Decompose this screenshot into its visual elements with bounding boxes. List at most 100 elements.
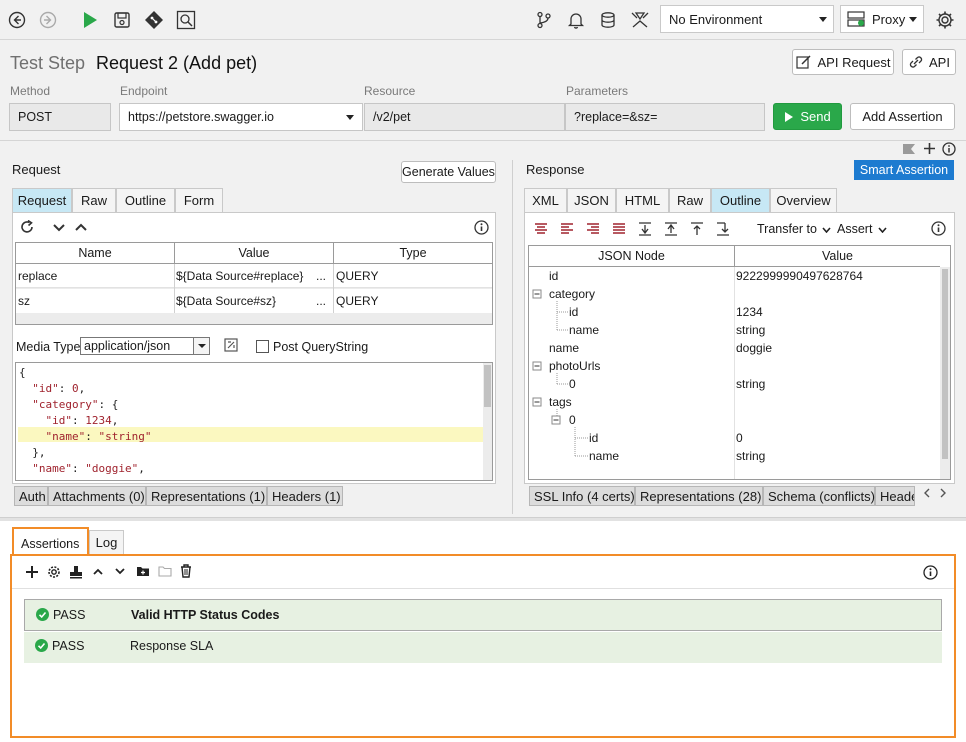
tree-value[interactable]: 9222999990497628764: [736, 269, 863, 283]
align-icon[interactable]: [611, 221, 627, 237]
add-icon[interactable]: [26, 566, 38, 578]
assertion-row[interactable]: PASS Valid HTTP Status Codes: [24, 599, 942, 631]
request-body-editor[interactable]: { "id": 0, "category": { "id": 1234, "na…: [15, 362, 493, 481]
trash-icon[interactable]: [180, 564, 192, 578]
tab-representations[interactable]: Representations (28): [635, 486, 763, 506]
param-more[interactable]: ...: [316, 294, 326, 308]
forward-icon[interactable]: [36, 8, 60, 32]
tab-outline[interactable]: Outline: [711, 188, 770, 212]
collapse-icon[interactable]: [637, 221, 653, 237]
save-icon[interactable]: [110, 8, 134, 32]
param-more[interactable]: ...: [316, 269, 326, 283]
tree-node[interactable]: 0: [569, 377, 576, 391]
tab-xml[interactable]: XML: [524, 188, 567, 212]
scrollbar-thumb[interactable]: [942, 269, 948, 459]
format-icon[interactable]: [224, 338, 238, 352]
param-value[interactable]: ${Data Source#sz}: [176, 294, 276, 308]
media-type-select[interactable]: application/json: [80, 337, 210, 355]
tab-representations[interactable]: Representations (1): [146, 486, 267, 506]
add-assertion-button[interactable]: Add Assertion: [850, 103, 955, 130]
api-request-button[interactable]: API Request: [792, 49, 894, 75]
tab-headers[interactable]: Heade: [875, 486, 915, 506]
tab-outline[interactable]: Outline: [116, 188, 175, 212]
tab-headers[interactable]: Headers (1): [267, 486, 343, 506]
git-diamond-icon[interactable]: [142, 8, 166, 32]
tag-icon[interactable]: [902, 143, 916, 155]
tree-node[interactable]: category: [549, 287, 595, 301]
bell-icon[interactable]: [564, 8, 588, 32]
tab-auth[interactable]: Auth: [14, 486, 48, 506]
environment-select[interactable]: No Environment: [660, 5, 834, 33]
smart-assertion-button[interactable]: Smart Assertion: [854, 160, 954, 180]
info-icon[interactable]: [942, 142, 956, 156]
send-button[interactable]: Send: [773, 103, 842, 130]
folder-add-icon[interactable]: [136, 565, 150, 577]
assertion-row[interactable]: PASS Response SLA: [24, 632, 942, 663]
scrollbar-thumb[interactable]: [484, 365, 491, 407]
tree-node[interactable]: id: [569, 305, 578, 319]
tree-node[interactable]: name: [589, 449, 619, 463]
tab-overview[interactable]: Overview: [770, 188, 837, 212]
parameters-field[interactable]: ?replace=&sz=: [565, 103, 765, 131]
align-icon[interactable]: [559, 221, 575, 237]
expand-icon[interactable]: [663, 221, 679, 237]
chevron-down-icon[interactable]: [53, 224, 65, 232]
branch-icon[interactable]: [532, 8, 556, 32]
tab-raw[interactable]: Raw: [669, 188, 711, 212]
move-down-icon[interactable]: [715, 221, 731, 237]
tab-form[interactable]: Form: [175, 188, 223, 212]
tree-node[interactable]: 0: [569, 413, 576, 427]
inspect-icon[interactable]: [174, 8, 198, 32]
transfer-to-menu[interactable]: Transfer to: [757, 222, 832, 236]
align-icon[interactable]: [585, 221, 601, 237]
api-button[interactable]: API: [902, 49, 956, 75]
tab-schema[interactable]: Schema (conflicts): [763, 486, 875, 506]
tab-ssl-info[interactable]: SSL Info (4 certs): [529, 486, 635, 506]
proxy-select[interactable]: Proxy: [840, 5, 924, 33]
tree-node[interactable]: id: [549, 269, 558, 283]
endpoint-field[interactable]: https://petstore.swagger.io: [119, 103, 363, 131]
param-name[interactable]: replace: [18, 269, 57, 283]
database-icon[interactable]: [596, 8, 620, 32]
tab-assertions[interactable]: Assertions: [12, 527, 89, 556]
scroll-left-icon[interactable]: [922, 488, 932, 498]
tree-node[interactable]: id: [589, 431, 598, 445]
tab-raw[interactable]: Raw: [72, 188, 116, 212]
settings-gear-icon[interactable]: [933, 8, 957, 32]
back-icon[interactable]: [5, 8, 29, 32]
param-type[interactable]: QUERY: [336, 269, 378, 283]
add-icon[interactable]: [923, 142, 936, 155]
move-up-icon[interactable]: [689, 221, 705, 237]
tab-json[interactable]: JSON: [567, 188, 616, 212]
tab-request[interactable]: Request: [12, 188, 72, 212]
param-name[interactable]: sz: [18, 294, 30, 308]
chevron-down-icon[interactable]: [115, 568, 125, 575]
param-value[interactable]: ${Data Source#replace}: [176, 269, 303, 283]
run-icon[interactable]: [78, 8, 102, 32]
info-icon[interactable]: [474, 220, 489, 235]
gear-icon[interactable]: [47, 565, 61, 579]
tab-attachments[interactable]: Attachments (0): [48, 486, 146, 506]
tab-html[interactable]: HTML: [616, 188, 669, 212]
tree-value[interactable]: string: [736, 377, 765, 391]
chevron-up-icon[interactable]: [93, 568, 103, 575]
refresh-icon[interactable]: [20, 220, 34, 234]
info-icon[interactable]: [931, 221, 946, 236]
param-type[interactable]: QUERY: [336, 294, 378, 308]
scrollbar[interactable]: [483, 363, 492, 480]
tree-node[interactable]: tags: [549, 395, 572, 409]
tab-log[interactable]: Log: [89, 530, 124, 554]
scroll-right-icon[interactable]: [938, 488, 948, 498]
resource-field[interactable]: /v2/pet: [364, 103, 565, 131]
tree-node[interactable]: photoUrls: [549, 359, 600, 373]
chevron-up-icon[interactable]: [75, 223, 87, 231]
method-field[interactable]: POST: [9, 103, 111, 131]
tree-node[interactable]: name: [549, 341, 579, 355]
tree-value[interactable]: doggie: [736, 341, 772, 355]
generate-values-button[interactable]: Generate Values: [401, 161, 496, 183]
tree-value[interactable]: 1234: [736, 305, 763, 319]
tree-value[interactable]: 0: [736, 431, 743, 445]
stamp-icon[interactable]: [69, 565, 83, 579]
tree-node[interactable]: name: [569, 323, 599, 337]
tree-value[interactable]: string: [736, 323, 765, 337]
